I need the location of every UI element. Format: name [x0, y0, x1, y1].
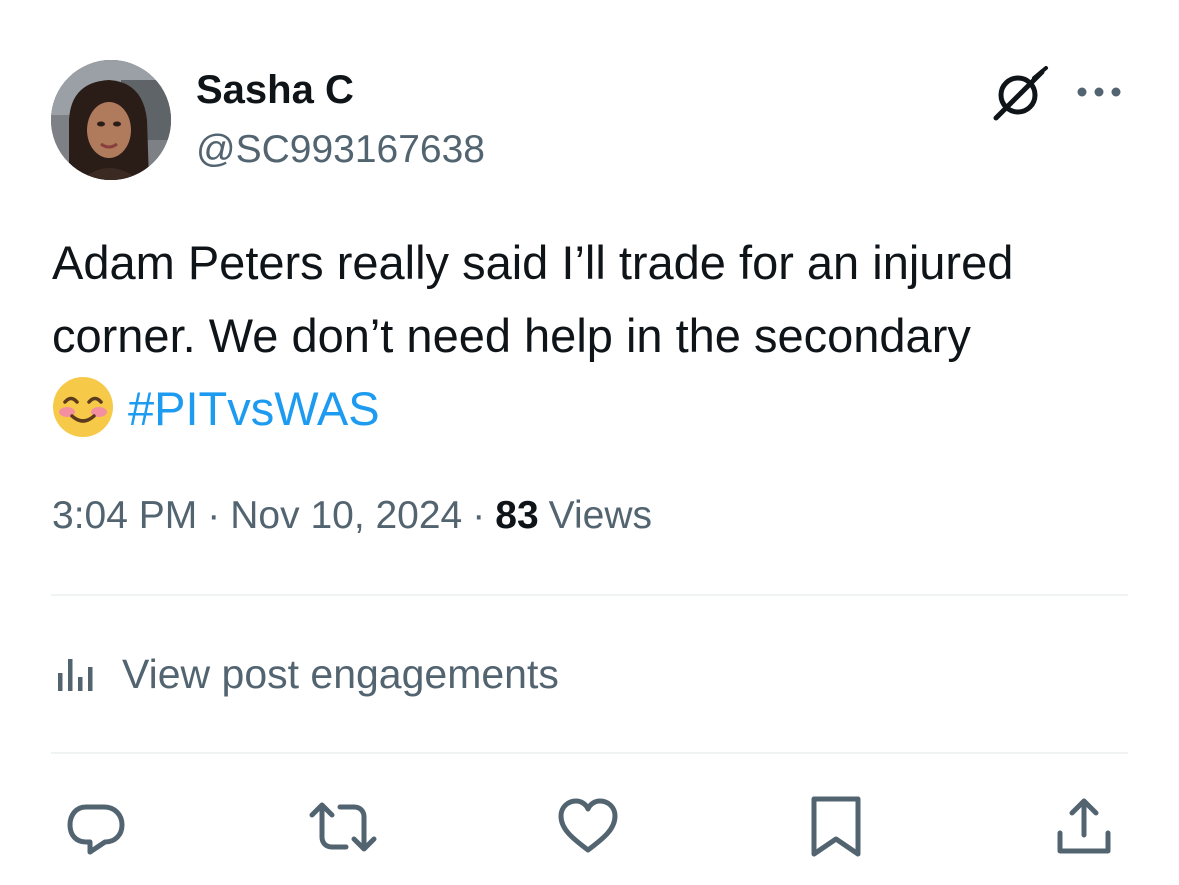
smiling-face-emoji-icon — [52, 376, 114, 438]
tweet-time[interactable]: 3:04 PM — [52, 494, 197, 537]
avatar[interactable] — [51, 60, 171, 180]
like-button[interactable] — [556, 795, 620, 859]
share-button[interactable] — [1052, 795, 1116, 859]
tweet-text-line: Adam Peters really said I’ll trade for a… — [52, 236, 1014, 289]
views-label: Views — [548, 494, 652, 537]
grok-icon[interactable] — [990, 66, 1050, 122]
tweet-text-line: corner. We don’t need help in the second… — [52, 309, 971, 362]
share-icon — [1057, 798, 1111, 854]
bookmark-icon — [811, 796, 861, 857]
view-post-engagements-button[interactable]: View post engagements — [56, 648, 559, 700]
author-display-name[interactable]: Sasha C — [196, 66, 354, 114]
divider — [51, 594, 1128, 596]
tweet-date[interactable]: Nov 10, 2024 — [230, 494, 462, 537]
repost-button[interactable] — [308, 795, 377, 859]
bookmark-button[interactable] — [804, 795, 868, 859]
tweet-text: Adam Peters really said I’ll trade for a… — [52, 226, 1152, 445]
tweet-detail: Sasha C @SC993167638 Adam Peters really … — [0, 0, 1179, 885]
repost-icon — [309, 802, 377, 852]
views-count: 83 — [495, 494, 539, 537]
heart-icon — [558, 798, 618, 853]
engagements-label: View post engagements — [122, 651, 559, 697]
tweet-meta: 3:04 PM · Nov 10, 2024 · 83 Views — [52, 490, 652, 542]
tweet-text-line: #PITvsWAS — [52, 372, 1152, 445]
author-handle[interactable]: @SC993167638 — [196, 126, 485, 174]
divider — [51, 752, 1128, 754]
meta-separator: · — [472, 494, 486, 537]
hashtag-link[interactable]: #PITvsWAS — [128, 382, 380, 435]
meta-separator: · — [207, 494, 221, 537]
reply-icon — [67, 804, 125, 855]
reply-button[interactable] — [64, 795, 128, 859]
analytics-bars-icon — [58, 659, 93, 691]
more-horizontal-icon[interactable] — [1074, 82, 1124, 102]
